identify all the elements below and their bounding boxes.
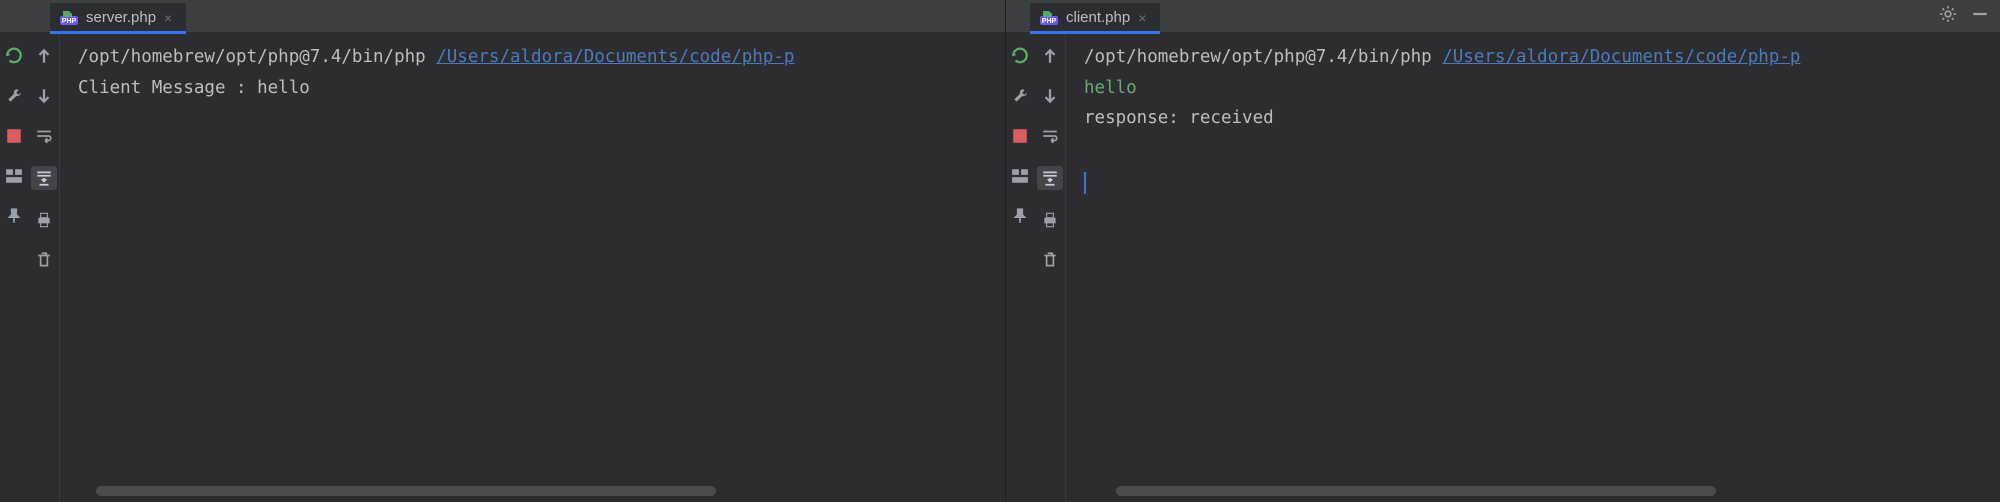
wrench-icon[interactable]: [1010, 86, 1030, 106]
toolbar-secondary: [1034, 32, 1066, 502]
pane-body: /opt/homebrew/opt/php@7.4/bin/php /Users…: [0, 32, 1005, 502]
input-line: hello: [1084, 73, 1982, 104]
php-binary-path: /opt/homebrew/opt/php@7.4/bin/php: [78, 47, 436, 67]
script-path-link[interactable]: /Users/aldora/Documents/code/php-p: [436, 47, 794, 67]
layout-icon[interactable]: [4, 166, 24, 186]
toolbar-primary: [1006, 32, 1034, 502]
tool-window-actions: [1938, 4, 1990, 24]
softwrap-icon[interactable]: [1040, 126, 1060, 146]
trash-icon[interactable]: [1040, 250, 1060, 270]
scroll-end-icon[interactable]: [31, 166, 57, 190]
pin-icon[interactable]: [1010, 206, 1030, 226]
toolbar-secondary: [28, 32, 60, 502]
arrow-up-icon[interactable]: [34, 46, 54, 66]
text-cursor: [1084, 172, 1086, 194]
gear-icon[interactable]: [1938, 4, 1958, 24]
minimize-icon[interactable]: [1970, 4, 1990, 24]
stop-icon[interactable]: [4, 126, 24, 146]
layout-icon[interactable]: [1010, 166, 1030, 186]
rerun-icon[interactable]: [1010, 46, 1030, 66]
svg-text:PHP: PHP: [62, 18, 77, 25]
cursor-line: [1084, 165, 1982, 196]
php-binary-path: /opt/homebrew/opt/php@7.4/bin/php: [1084, 47, 1442, 67]
pin-icon[interactable]: [4, 206, 24, 226]
php-file-icon: PHP: [1040, 11, 1058, 25]
output-line: Client Message : hello: [78, 73, 987, 104]
toolbar-primary: [0, 32, 28, 502]
pane-body: /opt/homebrew/opt/php@7.4/bin/php /Users…: [1006, 32, 2000, 502]
script-path-link[interactable]: /Users/aldora/Documents/code/php-p: [1442, 47, 1800, 67]
arrow-up-icon[interactable]: [1040, 46, 1060, 66]
rerun-icon[interactable]: [4, 46, 24, 66]
arrow-down-icon[interactable]: [1040, 86, 1060, 106]
command-line: /opt/homebrew/opt/php@7.4/bin/php /Users…: [78, 42, 987, 73]
scroll-end-icon[interactable]: [1037, 166, 1063, 190]
tab-label: client.php: [1066, 9, 1130, 26]
stop-icon[interactable]: [1010, 126, 1030, 146]
tab-bar: PHP server.php ×: [0, 0, 1005, 32]
horizontal-scrollbar[interactable]: [96, 486, 716, 496]
print-icon[interactable]: [1040, 210, 1060, 230]
close-icon[interactable]: ×: [1138, 10, 1146, 26]
empty-line: [1084, 134, 1982, 165]
svg-text:PHP: PHP: [1042, 18, 1057, 25]
console-output[interactable]: /opt/homebrew/opt/php@7.4/bin/php /Users…: [1066, 32, 2000, 502]
tab-bar: PHP client.php ×: [1006, 0, 2000, 32]
arrow-down-icon[interactable]: [34, 86, 54, 106]
output-line: response: received: [1084, 103, 1982, 134]
command-line: /opt/homebrew/opt/php@7.4/bin/php /Users…: [1084, 42, 1982, 73]
print-icon[interactable]: [34, 210, 54, 230]
wrench-icon[interactable]: [4, 86, 24, 106]
tab-label: server.php: [86, 9, 156, 26]
tab-client-php[interactable]: PHP client.php ×: [1030, 3, 1160, 32]
console-output[interactable]: /opt/homebrew/opt/php@7.4/bin/php /Users…: [60, 32, 1005, 502]
softwrap-icon[interactable]: [34, 126, 54, 146]
horizontal-scrollbar[interactable]: [1116, 486, 1716, 496]
run-pane-server: PHP server.php ×: [0, 0, 1005, 502]
trash-icon[interactable]: [34, 250, 54, 270]
tab-server-php[interactable]: PHP server.php ×: [50, 3, 186, 32]
close-icon[interactable]: ×: [164, 10, 172, 26]
run-pane-client: PHP client.php ×: [1005, 0, 2000, 502]
php-file-icon: PHP: [60, 11, 78, 25]
